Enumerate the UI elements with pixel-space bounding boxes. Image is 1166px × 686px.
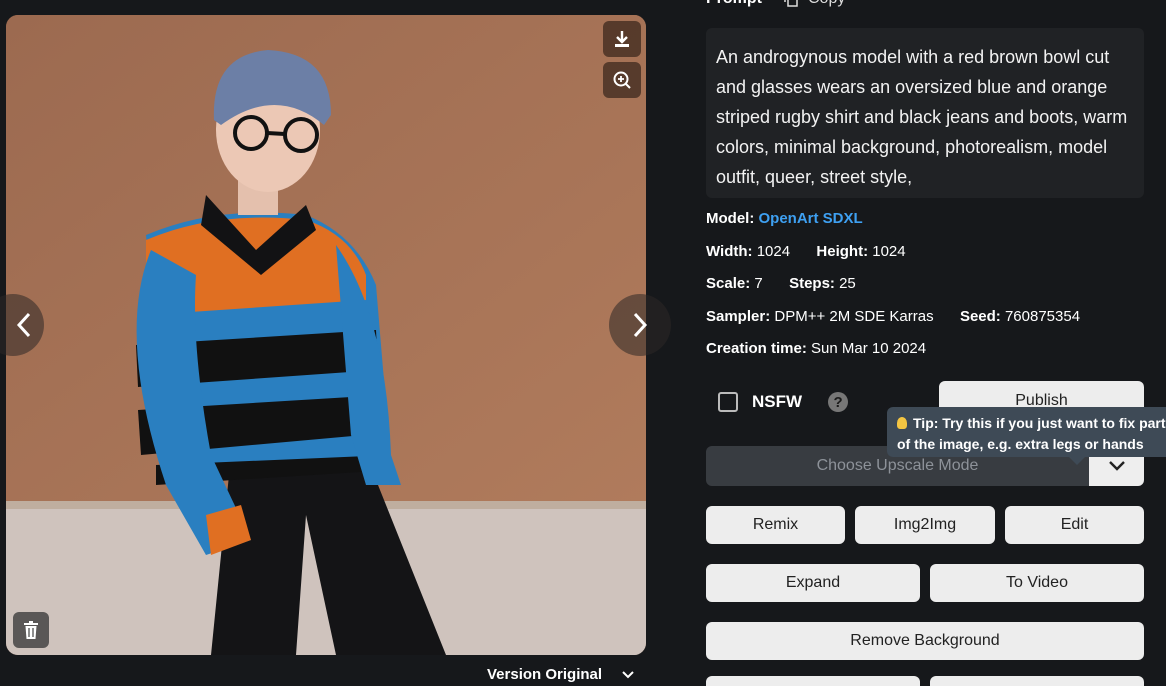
remix-button[interactable]: Remix: [706, 506, 845, 544]
help-icon[interactable]: ?: [828, 392, 849, 412]
model-link[interactable]: OpenArt SDXL: [759, 210, 863, 227]
chevron-right-icon: [633, 312, 648, 338]
copy-button[interactable]: Copy: [784, 0, 845, 8]
version-selector[interactable]: Version Original: [487, 666, 634, 683]
delete-button[interactable]: [13, 612, 49, 648]
steps-label: Steps:: [789, 275, 835, 292]
prompt-text-box: An androgynous model with a red brown bo…: [706, 28, 1144, 198]
prompt-heading: Prompt: [706, 0, 762, 8]
edit-button[interactable]: Edit: [1005, 506, 1144, 544]
width-label: Width:: [706, 243, 753, 260]
height-value: 1024: [872, 243, 906, 260]
model-row: Model: OpenArt SDXL: [706, 210, 863, 227]
width-value: 1024: [756, 243, 791, 260]
remove-background-button[interactable]: Remove Background: [706, 622, 1144, 660]
sampler-label: Sampler:: [706, 308, 771, 325]
chevron-left-icon: [16, 312, 31, 338]
trash-icon: [24, 621, 38, 639]
download-icon: [615, 31, 629, 47]
sampler-value: DPM++ 2M SDE Karras: [774, 308, 934, 325]
to-video-button[interactable]: To Video: [930, 564, 1144, 602]
generated-image[interactable]: [6, 15, 646, 655]
creation-value: Sun Mar 10 2024: [811, 340, 927, 357]
chevron-down-icon: [622, 670, 634, 678]
creation-label: Creation time:: [706, 340, 807, 357]
scale-value: 7: [754, 275, 763, 292]
nsfw-row: NSFW ?: [718, 392, 849, 412]
model-label: Model:: [706, 210, 755, 227]
seed-value: 760875354: [1004, 308, 1081, 325]
sampler-seed-row: Sampler: DPM++ 2M SDE Karras Seed: 76087…: [706, 308, 1080, 325]
nsfw-label: NSFW: [752, 392, 803, 411]
upscale-tooltip: Tip: Try this if you just want to fix pa…: [887, 407, 1166, 465]
chevron-down-icon: [1108, 461, 1125, 471]
scale-label: Scale:: [706, 275, 751, 292]
copy-icon: [784, 0, 798, 7]
download-button[interactable]: [603, 21, 641, 57]
copy-label: Copy: [808, 0, 845, 8]
image-illustration: [6, 15, 646, 655]
partial-button-right[interactable]: [930, 676, 1144, 686]
zoom-in-icon: [613, 71, 631, 89]
zoom-in-button[interactable]: [603, 62, 641, 98]
scale-steps-row: Scale: 7 Steps: 25: [706, 275, 856, 292]
dimensions-row: Width: 1024 Height: 1024: [706, 243, 906, 260]
tooltip-line-1: Tip: Try this if you just want to fix pa…: [913, 415, 1166, 431]
version-label: Version Original: [487, 666, 603, 683]
prompt-header: Prompt Copy: [706, 0, 845, 8]
creation-row: Creation time: Sun Mar 10 2024: [706, 340, 926, 357]
steps-value: 25: [839, 275, 856, 292]
prompt-text: An androgynous model with a red brown bo…: [716, 47, 1128, 187]
expand-button[interactable]: Expand: [706, 564, 920, 602]
next-image-button[interactable]: [609, 294, 671, 356]
seed-label: Seed:: [959, 308, 1001, 325]
lightbulb-icon: [897, 417, 907, 429]
partial-button-left[interactable]: [706, 676, 920, 686]
nsfw-checkbox[interactable]: [718, 392, 738, 412]
tooltip-line-2: of the image, e.g. extra legs or hands: [897, 436, 1144, 452]
height-label: Height:: [816, 243, 869, 260]
img2img-button[interactable]: Img2Img: [855, 506, 995, 544]
